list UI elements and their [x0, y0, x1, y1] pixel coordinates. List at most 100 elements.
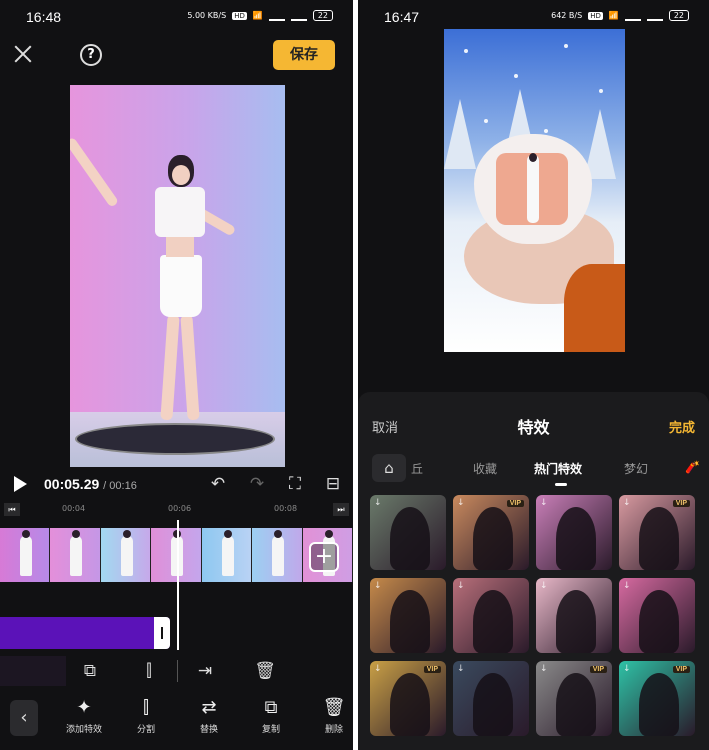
- undo-icon[interactable]: ↶: [208, 474, 228, 494]
- effect-track[interactable]: [0, 617, 170, 649]
- video-preview[interactable]: [70, 85, 285, 467]
- tab-dreamy[interactable]: 梦幻: [624, 460, 648, 477]
- clip-thumbnail[interactable]: [100, 528, 152, 582]
- network-speed: 5.00 KB/S: [187, 11, 227, 20]
- signal-icon: [624, 11, 641, 21]
- leg: [180, 314, 200, 421]
- effect-tile[interactable]: ↓: [453, 578, 529, 653]
- copy-button[interactable]: ⧉ 复制: [243, 696, 299, 735]
- snowy-tree: [444, 99, 476, 169]
- ruler-tick: 00:08: [274, 504, 298, 513]
- silhouette: [390, 673, 430, 736]
- effect-tile[interactable]: ↓ VIP: [536, 661, 612, 736]
- copy-icon[interactable]: ⧉: [78, 659, 102, 683]
- battery-icon: 22: [312, 10, 333, 21]
- battery-icon: 22: [668, 10, 689, 21]
- download-icon: ↓: [374, 581, 382, 591]
- skip-end-icon[interactable]: ⏭: [333, 503, 349, 516]
- trim-handle[interactable]: [154, 617, 170, 649]
- store-icon[interactable]: ⌂: [372, 454, 406, 482]
- snowflake: [564, 44, 568, 48]
- skip-start-icon[interactable]: ⏮: [4, 503, 20, 516]
- magic-sparkle-icon: ✦: [76, 697, 92, 718]
- fullscreen-icon[interactable]: ⛶: [285, 474, 305, 494]
- tool-label: 添加特效: [65, 725, 102, 735]
- timeline-ruler: ⏮ 00:04 00:06 00:08 ⏭: [0, 503, 353, 517]
- add-clip-button[interactable]: +: [309, 542, 339, 572]
- keyframe-icon[interactable]: ⊟: [323, 474, 343, 494]
- split-button[interactable]: ⫿ 分割: [118, 696, 174, 735]
- effects-panel: 16:47 642 B/S HD 📶 22 取消 特效 完成 ⌂ 丘 收藏 热门…: [358, 0, 709, 750]
- effect-tile[interactable]: ↓: [536, 495, 612, 570]
- hd-badge: HD: [232, 11, 247, 20]
- clip-thumbnail[interactable]: [252, 528, 303, 582]
- arm: [70, 136, 120, 208]
- vip-badge: VIP: [672, 500, 690, 507]
- dancer-figure: [70, 136, 237, 435]
- clip-thumbnail[interactable]: [50, 528, 101, 582]
- silhouette: [390, 590, 430, 653]
- firecracker-icon[interactable]: 🧨: [685, 460, 700, 474]
- play-icon[interactable]: [14, 476, 27, 492]
- copy-icon: ⧉: [264, 697, 278, 718]
- download-icon: ↓: [457, 498, 465, 508]
- duration: / 00:16: [103, 480, 137, 492]
- playback-controls: 00:05.29 / 00:16 ↶ ↷ ⛶ ⊟: [0, 470, 353, 498]
- vip-badge: VIP: [672, 666, 690, 673]
- effect-tile[interactable]: ↓: [453, 661, 529, 736]
- split-icon: ⫿: [143, 697, 149, 718]
- tab-hot-effects[interactable]: 热门特效: [534, 460, 582, 477]
- vip-badge: VIP: [589, 666, 607, 673]
- effect-tile[interactable]: ↓: [619, 578, 695, 653]
- snowflake: [544, 129, 548, 133]
- done-button[interactable]: 完成: [669, 417, 695, 436]
- download-icon: ↓: [540, 498, 548, 508]
- effect-tile[interactable]: ↓ VIP: [370, 661, 446, 736]
- effect-tile[interactable]: ↓ VIP: [453, 495, 529, 570]
- playhead[interactable]: [177, 520, 179, 650]
- effect-tile[interactable]: ↓: [536, 578, 612, 653]
- download-icon: ↓: [540, 664, 548, 674]
- help-icon[interactable]: ?: [80, 44, 102, 66]
- effect-tile[interactable]: ↓ VIP: [619, 661, 695, 736]
- download-icon: ↓: [623, 498, 631, 508]
- silhouette: [473, 590, 513, 653]
- redo-icon[interactable]: ↷: [247, 474, 267, 494]
- snowflake: [464, 49, 468, 53]
- snowflake: [484, 119, 488, 123]
- clip-thumbnail[interactable]: [201, 528, 253, 582]
- effects-grid: ↓ ↓ VIP ↓ ↓ VIP ↓ ↓ ↓ ↓ ↓ VIP ↓ ↓ VIP ↓ VIP: [370, 495, 700, 736]
- silhouette: [473, 507, 513, 570]
- signal-icon-2: [646, 11, 663, 21]
- download-icon: ↓: [374, 498, 382, 508]
- replace-button[interactable]: ⇄ 替换: [181, 696, 237, 735]
- close-icon[interactable]: [12, 43, 34, 65]
- hd-badge: HD: [588, 11, 603, 20]
- dancer-figure: [527, 153, 539, 223]
- effect-preview[interactable]: [444, 29, 625, 352]
- delete-button[interactable]: 🗑 删除: [306, 696, 353, 735]
- silhouette: [639, 673, 679, 736]
- leg: [160, 314, 180, 421]
- effect-category-tabs: ⌂ 丘 收藏 热门特效 梦幻 🧨: [358, 450, 709, 486]
- silhouette: [639, 507, 679, 570]
- save-button[interactable]: 保存: [273, 40, 335, 70]
- back-button[interactable]: ‹: [10, 700, 38, 736]
- effect-tile[interactable]: ↓: [370, 578, 446, 653]
- effect-tile[interactable]: ↓ VIP: [619, 495, 695, 570]
- clip-thumbnail[interactable]: [0, 528, 51, 582]
- download-icon: ↓: [457, 581, 465, 591]
- skirt: [160, 255, 202, 317]
- status-icons: 5.00 KB/S HD 📶 22: [187, 10, 333, 21]
- delete-icon[interactable]: 🗑: [253, 659, 277, 683]
- replace-icon: ⇄: [201, 697, 217, 718]
- effect-tile[interactable]: ↓: [370, 495, 446, 570]
- split-icon[interactable]: ⫿: [137, 659, 161, 683]
- tab-partial[interactable]: 丘: [411, 460, 423, 477]
- move-to-end-icon[interactable]: ⇥: [193, 659, 217, 683]
- orange-sleeve: [564, 264, 625, 352]
- status-time: 16:48: [26, 9, 62, 25]
- shirt: [155, 187, 205, 237]
- add-effect-button[interactable]: ✦ 添加特效: [56, 696, 112, 735]
- tab-favorites[interactable]: 收藏: [473, 460, 497, 477]
